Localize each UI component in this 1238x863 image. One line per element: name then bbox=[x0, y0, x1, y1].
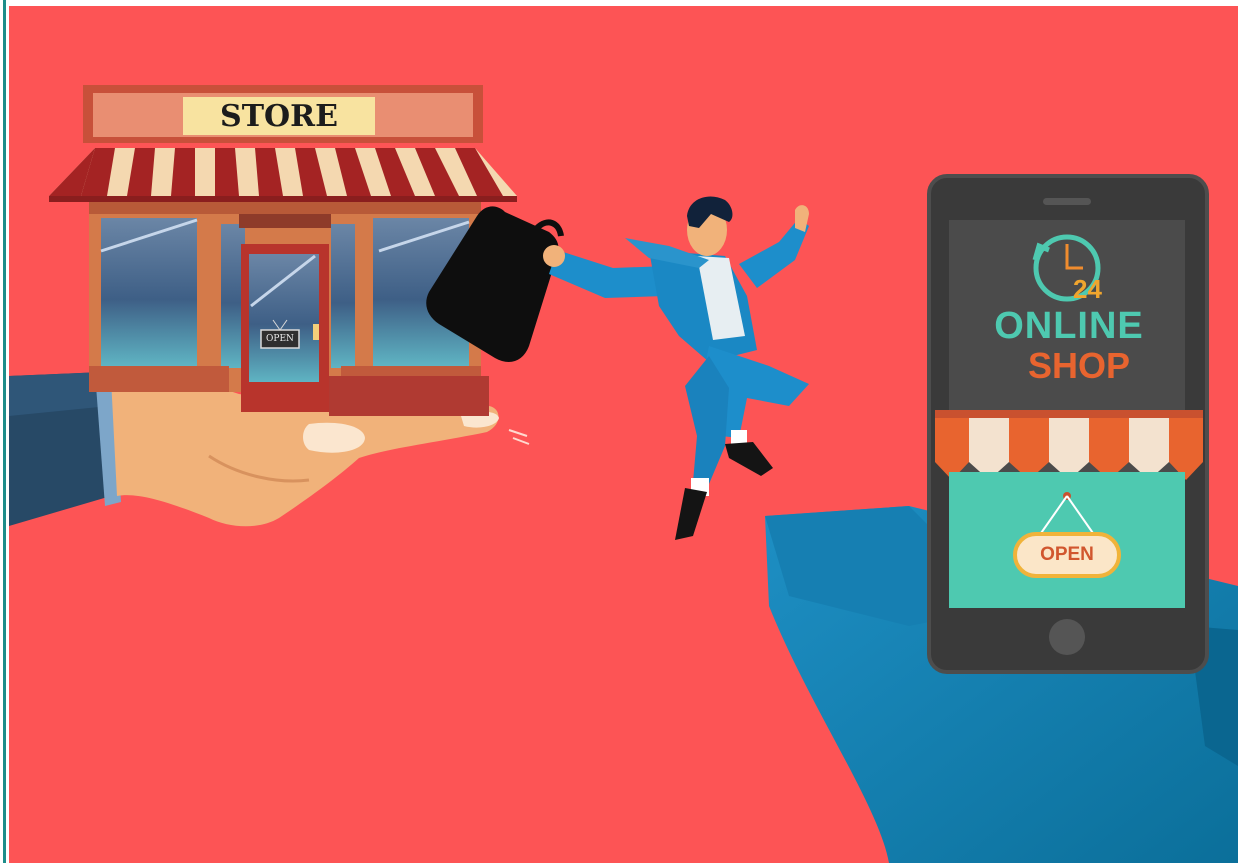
phone-hours-number: 24 bbox=[1073, 274, 1102, 304]
phone-open-sign: OPEN bbox=[1040, 544, 1094, 565]
store-sign-text: STORE bbox=[220, 99, 338, 134]
illustration-canvas: STORE OPEN 24 ONLINE SHOP OPEN bbox=[9, 6, 1238, 863]
phone-title-shop: SHOP bbox=[1027, 345, 1131, 386]
store-door-open-sign: OPEN bbox=[266, 334, 294, 344]
businessman-illustration bbox=[426, 196, 809, 540]
frame-border bbox=[0, 0, 9, 863]
illustration-frame: STORE OPEN 24 ONLINE SHOP OPEN bbox=[0, 0, 1238, 863]
phone-title-online: ONLINE bbox=[994, 305, 1144, 347]
smartphone-illustration bbox=[927, 174, 1209, 674]
